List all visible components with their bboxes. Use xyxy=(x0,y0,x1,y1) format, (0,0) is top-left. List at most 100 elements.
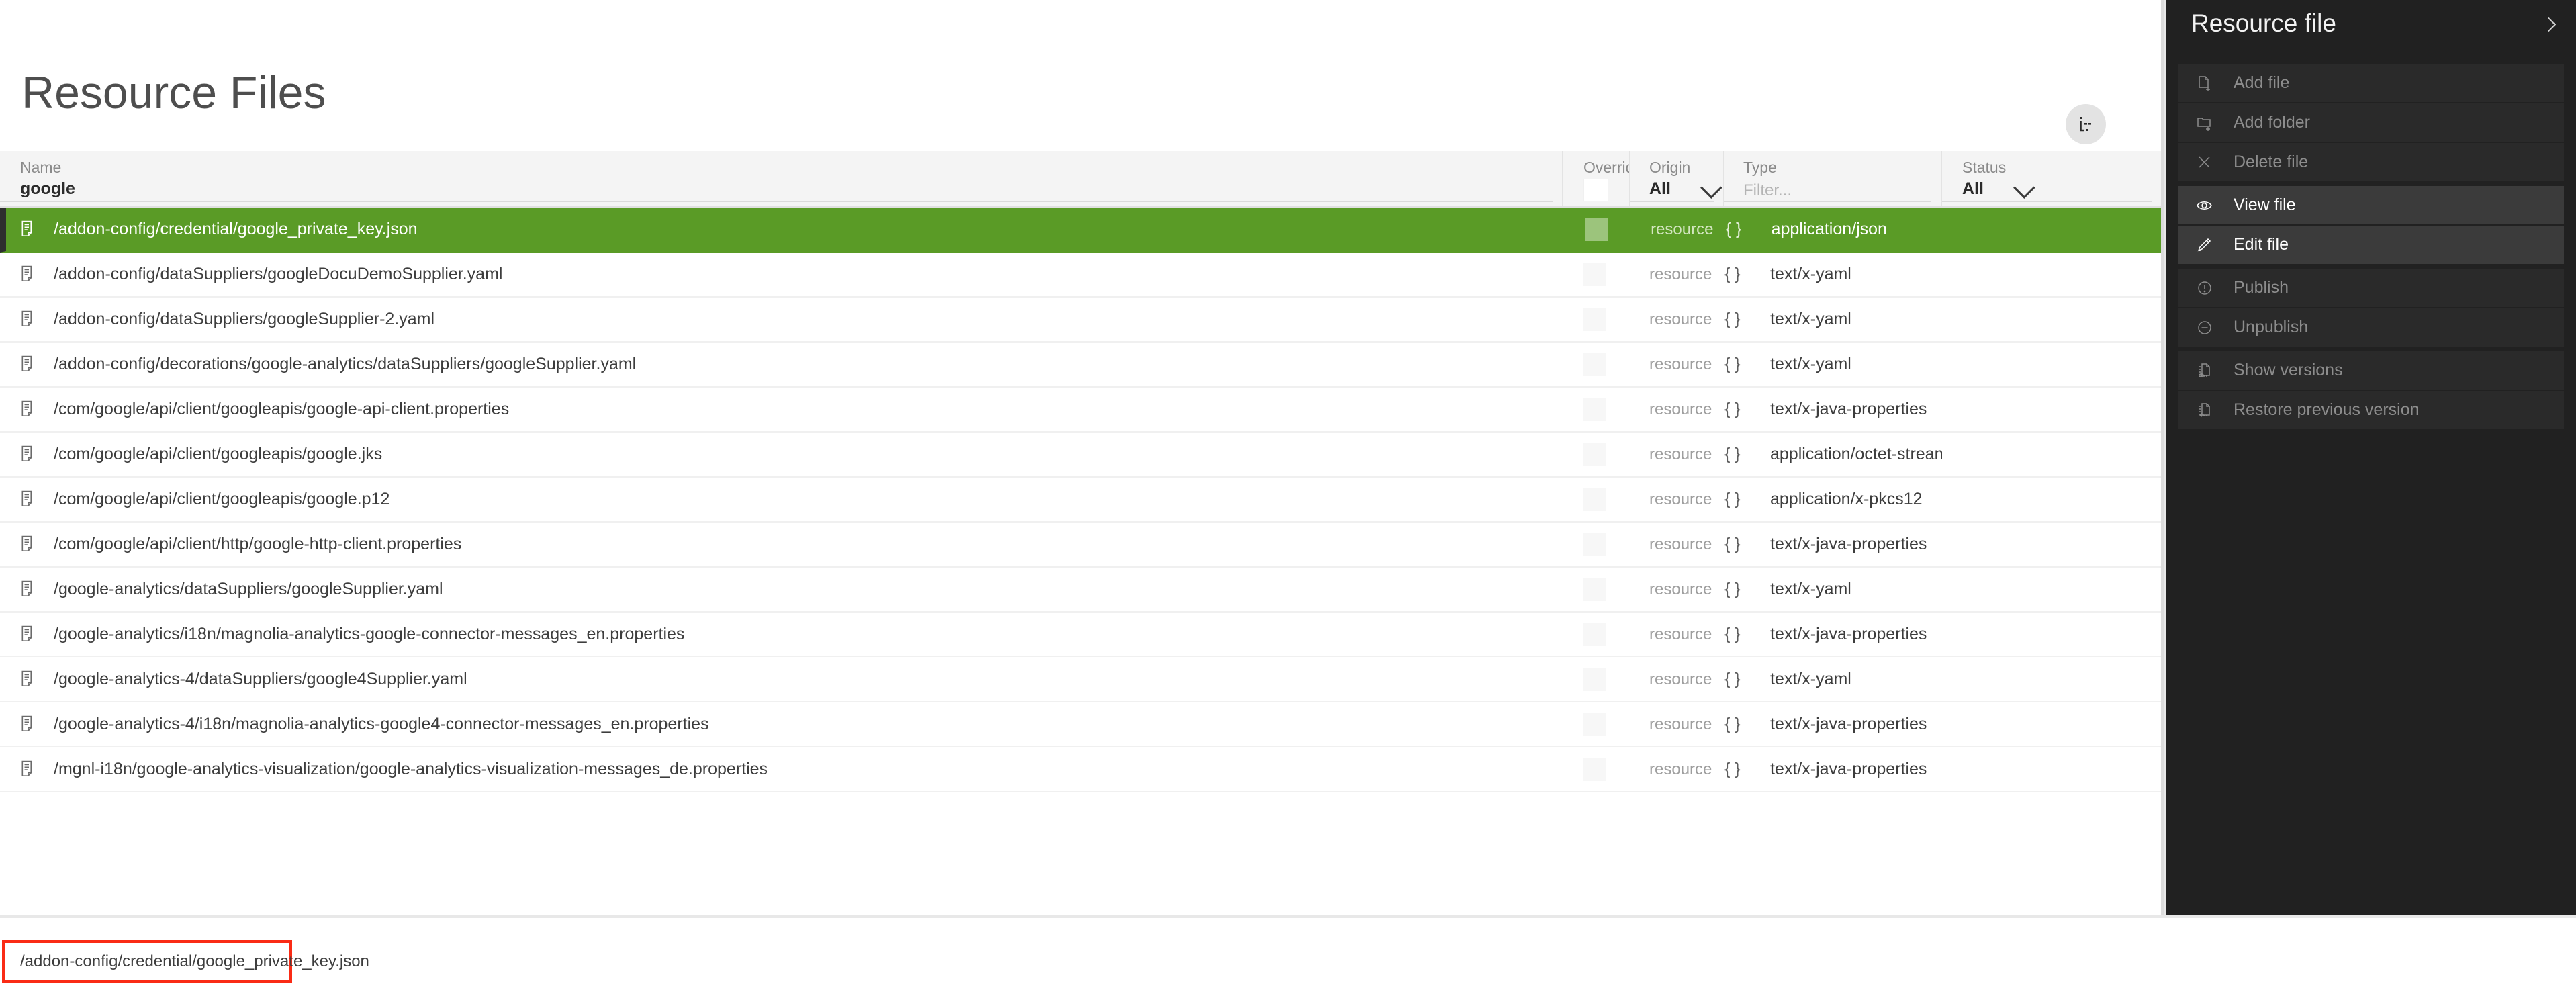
column-header-status[interactable]: Status All xyxy=(1942,151,2161,206)
action-label: Show versions xyxy=(2234,361,2343,379)
name-filter-input[interactable]: google xyxy=(20,180,1562,199)
app-root: Resource Files Name google Overri Origin… xyxy=(0,0,2576,998)
overrides-indicator xyxy=(1583,488,1606,511)
table-row[interactable]: /com/google/api/client/googleapis/google… xyxy=(0,478,2161,523)
add-folder-icon xyxy=(2193,111,2216,134)
table-row[interactable]: /addon-config/decorations/google-analyti… xyxy=(0,343,2161,388)
status-filter-select[interactable]: All xyxy=(1962,176,2161,199)
action-view-file[interactable]: View file xyxy=(2178,186,2564,224)
table-row[interactable]: /google-analytics-4/dataSuppliers/google… xyxy=(0,657,2161,702)
table-row[interactable]: /addon-config/dataSuppliers/googleSuppli… xyxy=(0,298,2161,343)
type-filter-input[interactable]: Filter... xyxy=(1743,181,1941,199)
chevron-right-icon[interactable] xyxy=(2541,16,2559,34)
cell-braces-icon: { } xyxy=(1724,355,1741,373)
eye-icon xyxy=(2193,194,2216,217)
selected-file-path-highlight: /addon-config/credential/google_private_… xyxy=(2,940,369,983)
cell-type: text/x-yaml xyxy=(1770,670,1851,688)
table-body: /addon-config/credential/google_private_… xyxy=(0,208,2161,792)
table-row[interactable]: /google-analytics/i18n/magnolia-analytic… xyxy=(0,613,2161,657)
cell-origin: resource xyxy=(1649,625,1712,643)
action-unpublish[interactable]: Unpublish xyxy=(2178,308,2564,347)
versions-restore-icon xyxy=(2193,399,2216,422)
overrides-indicator xyxy=(1585,218,1608,241)
side-panel-group: Show versions Restore previous version xyxy=(2166,351,2576,429)
file-path-text: /addon-config/credential/google_private_… xyxy=(54,220,418,238)
file-icon xyxy=(20,715,38,734)
file-path-text: /addon-config/dataSuppliers/googleSuppli… xyxy=(54,310,435,328)
cell-overrides xyxy=(1563,713,1630,736)
cell-overrides xyxy=(1563,263,1630,286)
column-header-type[interactable]: Type Filter... xyxy=(1724,151,1942,206)
cell-type: text/x-yaml xyxy=(1770,580,1851,598)
action-label: Delete file xyxy=(2234,152,2309,171)
side-panel-title: Resource file xyxy=(2191,9,2336,37)
cell-braces-icon: { } xyxy=(1724,490,1741,508)
exclamation-circle-icon xyxy=(2193,277,2216,300)
cell-type: text/x-java-properties xyxy=(1770,535,1927,553)
file-path-text: /mgnl-i18n/google-analytics-visualizatio… xyxy=(54,760,768,778)
table-row[interactable]: /addon-config/credential/google_private_… xyxy=(0,208,2161,253)
file-icon xyxy=(20,355,38,374)
side-panel-group: View file Edit file xyxy=(2166,186,2576,264)
side-panel-actions: Add file Add folder Delete file View file Ed… xyxy=(2166,64,2576,429)
file-icon xyxy=(20,400,38,419)
action-publish[interactable]: Publish xyxy=(2178,269,2564,307)
action-delete-file[interactable]: Delete file xyxy=(2178,143,2564,181)
cell-overrides xyxy=(1563,398,1630,421)
column-header-overrides[interactable]: Overrides ? xyxy=(1563,151,1630,206)
cell-origin: resource xyxy=(1649,535,1712,553)
origin-filter-select[interactable]: All xyxy=(1649,176,1723,199)
file-icon xyxy=(20,265,38,284)
overrides-indicator xyxy=(1583,578,1606,601)
file-path-text: /com/google/api/client/googleapis/google… xyxy=(54,400,510,418)
overrides-indicator xyxy=(1583,533,1606,556)
cell-overrides xyxy=(1563,308,1630,331)
add-file-icon xyxy=(2193,72,2216,95)
table-row[interactable]: /google-analytics-4/i18n/magnolia-analyt… xyxy=(0,702,2161,747)
close-x-icon xyxy=(2193,151,2216,174)
action-label: Add file xyxy=(2234,73,2290,92)
table-row[interactable]: /google-analytics/dataSuppliers/googleSu… xyxy=(0,568,2161,613)
cell-type: text/x-java-properties xyxy=(1770,760,1927,778)
tree-view-icon[interactable] xyxy=(2066,104,2106,144)
file-icon xyxy=(20,220,38,239)
overrides-filter-input[interactable] xyxy=(1583,179,1608,202)
cell-braces-icon: { } xyxy=(1724,445,1741,463)
action-restore-previous-version[interactable]: Restore previous version xyxy=(2178,391,2564,429)
file-path-text: /com/google/api/client/http/google-http-… xyxy=(54,535,462,553)
file-path-text: /com/google/api/client/googleapis/google… xyxy=(54,490,390,508)
table-row[interactable]: /addon-config/dataSuppliers/googleDocuDe… xyxy=(0,253,2161,298)
table-row[interactable]: /mgnl-i18n/google-analytics-visualizatio… xyxy=(0,747,2161,792)
chevron-down-icon xyxy=(1700,176,1722,199)
cell-overrides xyxy=(1565,218,1632,241)
side-panel-group: Add file Add folder Delete file xyxy=(2166,64,2576,181)
file-path-text: /google-analytics-4/i18n/magnolia-analyt… xyxy=(54,715,709,733)
table-row[interactable]: /com/google/api/client/http/google-http-… xyxy=(0,523,2161,568)
action-show-versions[interactable]: Show versions xyxy=(2178,351,2564,390)
cell-braces-icon: { } xyxy=(1724,715,1741,733)
cell-name: /com/google/api/client/http/google-http-… xyxy=(0,535,1563,554)
side-panel-header: Resource file xyxy=(2166,0,2576,59)
table-row[interactable]: /com/google/api/client/googleapis/google… xyxy=(0,388,2161,433)
status-filter-underline xyxy=(1942,201,2152,202)
overrides-indicator xyxy=(1583,308,1606,331)
versions-eye-icon xyxy=(2193,359,2216,382)
cell-name: /google-analytics-4/dataSuppliers/google… xyxy=(0,670,1563,689)
cell-origin: resource xyxy=(1649,715,1712,733)
action-add-folder[interactable]: Add folder xyxy=(2178,103,2564,142)
cell-origin: resource xyxy=(1649,760,1712,778)
file-icon xyxy=(20,445,38,464)
column-header-name[interactable]: Name google xyxy=(0,151,1563,206)
overrides-indicator xyxy=(1583,623,1606,646)
action-edit-file[interactable]: Edit file xyxy=(2178,226,2564,264)
table-header-row: Name google Overrides ? Origin All xyxy=(0,151,2161,208)
table-row[interactable]: /com/google/api/client/googleapis/google… xyxy=(0,433,2161,478)
cell-braces-icon: { } xyxy=(1724,760,1741,778)
cell-braces-icon: { } xyxy=(1724,670,1741,688)
cell-name: /mgnl-i18n/google-analytics-visualizatio… xyxy=(0,760,1563,779)
action-add-file[interactable]: Add file xyxy=(2178,64,2564,102)
selected-file-path-text: /addon-config/credential/google_private_… xyxy=(20,952,369,970)
file-path-text: /addon-config/decorations/google-analyti… xyxy=(54,355,637,373)
cell-name: /addon-config/dataSuppliers/googleDocuDe… xyxy=(0,265,1563,284)
column-header-origin[interactable]: Origin All xyxy=(1630,151,1724,206)
